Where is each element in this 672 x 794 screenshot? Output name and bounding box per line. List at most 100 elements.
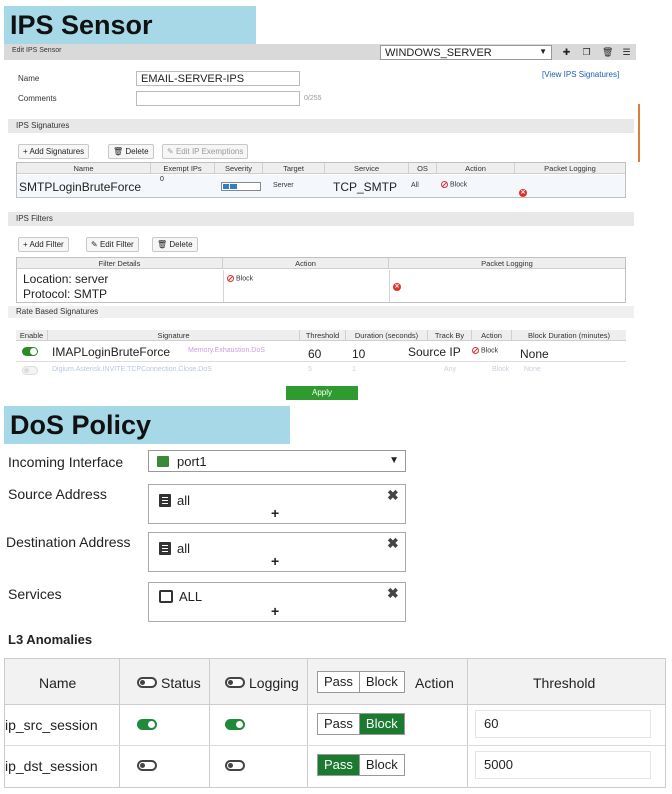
trash-icon: 🗑	[113, 147, 126, 156]
block-option[interactable]: Block	[358, 755, 404, 775]
rate-duration: 1	[352, 366, 356, 373]
sensor-select-value: WINDOWS_SERVER	[385, 47, 492, 59]
sig-exempt: 0	[160, 176, 164, 183]
sig-os: All	[411, 182, 419, 189]
sig-target: Server	[273, 182, 294, 189]
action-toggle[interactable]: Pass Block	[317, 754, 405, 776]
comments-counter: 0/255	[304, 95, 322, 102]
col-l3-action: Action	[415, 675, 454, 691]
threshold-input[interactable]: 5000	[475, 751, 651, 779]
remove-icon[interactable]: ✖	[387, 487, 399, 504]
pass-option[interactable]: Pass	[318, 672, 359, 692]
severity-fill	[223, 184, 237, 189]
address-icon	[159, 494, 171, 507]
table-row[interactable]: Location: server Protocol: SMTP Block ✕	[17, 270, 625, 302]
add-icon[interactable]: +	[271, 603, 279, 619]
col-packet-logging: Packet Logging	[544, 164, 596, 173]
l3-anomalies-title: L3 Anomalies	[8, 632, 93, 647]
ips-filters-section: IPS Filters	[8, 212, 634, 226]
address-icon	[159, 542, 171, 555]
delete-signature-button[interactable]: 🗑 Delete	[108, 144, 154, 159]
edit-ips-label: Edit IPS Sensor	[12, 47, 62, 54]
rate-action-label: Block	[481, 347, 499, 355]
pass-option[interactable]: Pass	[318, 714, 359, 734]
block-icon	[441, 181, 448, 188]
rate-based-section: Rate Based Signatures	[8, 306, 634, 318]
scrollbar[interactable]	[638, 104, 640, 162]
col-service: Service	[325, 163, 409, 174]
view-ips-signatures-link[interactable]: [View IPS Signatures]	[542, 70, 619, 79]
remove-icon[interactable]: ✖	[387, 585, 399, 602]
enable-toggle[interactable]	[22, 347, 38, 356]
col-duration: Duration (seconds)	[346, 330, 428, 341]
destination-address-field[interactable]: all ✖ +	[148, 532, 406, 572]
threshold-input[interactable]: 60	[475, 710, 651, 738]
l3-row-name: ip_src_session	[5, 717, 98, 733]
table-row[interactable]: SMTPLoginBruteForce 0 Server TCP_SMTP Al…	[17, 175, 625, 197]
ips-sensor-panel: Edit IPS Sensor WINDOWS_SERVER ▼ ✚ ❐ 🗑 ☰…	[4, 44, 640, 404]
sensor-select[interactable]: WINDOWS_SERVER ▼	[380, 45, 552, 60]
create-icon[interactable]: ✚	[562, 48, 571, 57]
col-os: OS	[409, 163, 437, 174]
add-signatures-button[interactable]: + Add Signatures	[18, 144, 90, 159]
incoming-interface-select[interactable]: port1 ▼	[148, 450, 406, 472]
add-filter-button[interactable]: + Add Filter	[18, 237, 69, 252]
delete-icon[interactable]: 🗑	[602, 48, 613, 57]
edit-ip-exemptions-button[interactable]: ✎ Edit IP Exemptions	[162, 144, 249, 159]
rate-block-duration: None	[524, 366, 541, 373]
col-l3-threshold: Threshold	[533, 675, 596, 691]
filter-packet-logging: ✕	[393, 275, 401, 293]
apply-button[interactable]: Apply	[286, 386, 358, 400]
port-icon	[157, 456, 169, 467]
block-option[interactable]: Block	[358, 672, 404, 692]
col-l3-logging: Logging	[249, 675, 299, 691]
enable-toggle[interactable]	[22, 366, 38, 375]
status-toggle[interactable]	[137, 760, 157, 771]
incoming-interface-value: port1	[177, 454, 207, 469]
service-icon	[159, 590, 173, 603]
comments-input[interactable]	[136, 91, 300, 106]
pass-option[interactable]: Pass	[318, 755, 359, 775]
rate-duration: 10	[352, 347, 366, 361]
comments-label: Comments	[18, 94, 57, 103]
ips-signatures-table: Name Exempt IPs Severity Target Service …	[16, 162, 626, 198]
rate-signature-overlay: Memory.Exhaustion.DoS	[188, 347, 265, 354]
toggle-icon	[225, 677, 245, 688]
col-severity: Severity	[215, 163, 263, 174]
col-enable: Enable	[16, 330, 48, 341]
chevron-down-icon: ▼	[539, 47, 547, 56]
col-signature: Signature	[48, 330, 300, 341]
ips-signatures-section: IPS Signatures	[8, 119, 634, 133]
edit-filter-button[interactable]: ✎ Edit Filter	[86, 237, 139, 252]
services-field[interactable]: ALL ✖ +	[148, 582, 406, 622]
delete-signature-label: Delete	[125, 147, 149, 156]
logging-toggle[interactable]	[225, 719, 245, 730]
block-option[interactable]: Block	[358, 714, 404, 734]
name-input[interactable]: EMAIL-SERVER-IPS	[136, 71, 300, 86]
source-address-field[interactable]: all ✖ +	[148, 484, 406, 524]
clone-icon[interactable]: ❐	[582, 48, 591, 57]
block-icon	[472, 347, 479, 354]
name-input-value: EMAIL-SERVER-IPS	[141, 73, 245, 85]
table-row[interactable]: Digium.Asterisk.INVITE.TCPConnection.Clo…	[16, 363, 626, 377]
col-track-by: Track By	[428, 330, 472, 341]
header-action-toggle[interactable]: Pass Block	[317, 671, 405, 693]
add-icon[interactable]: +	[271, 505, 279, 521]
services-value: ALL	[179, 589, 203, 604]
source-address-label: Source Address	[8, 486, 107, 502]
delete-filter-button[interactable]: 🗑 Delete	[152, 237, 198, 252]
action-toggle[interactable]: Pass Block	[317, 713, 405, 735]
rate-track-by: Any	[444, 366, 457, 373]
remove-icon[interactable]: ✖	[387, 535, 399, 552]
list-icon[interactable]: ☰	[622, 48, 631, 57]
add-icon[interactable]: +	[271, 553, 279, 569]
edit-filter-label: Edit Filter	[99, 240, 134, 249]
table-row[interactable]: IMAPLoginBruteForce Memory.Exhaustion.Do…	[16, 342, 626, 362]
pencil-icon: ✎	[91, 240, 100, 249]
block-icon	[227, 275, 234, 282]
status-toggle[interactable]	[137, 719, 157, 730]
rate-action: Block	[472, 347, 498, 354]
sig-name: SMTPLoginBruteForce	[19, 180, 142, 194]
filters-header-row: Filter Details Action Packet Logging	[17, 258, 625, 269]
logging-toggle[interactable]	[225, 760, 245, 771]
